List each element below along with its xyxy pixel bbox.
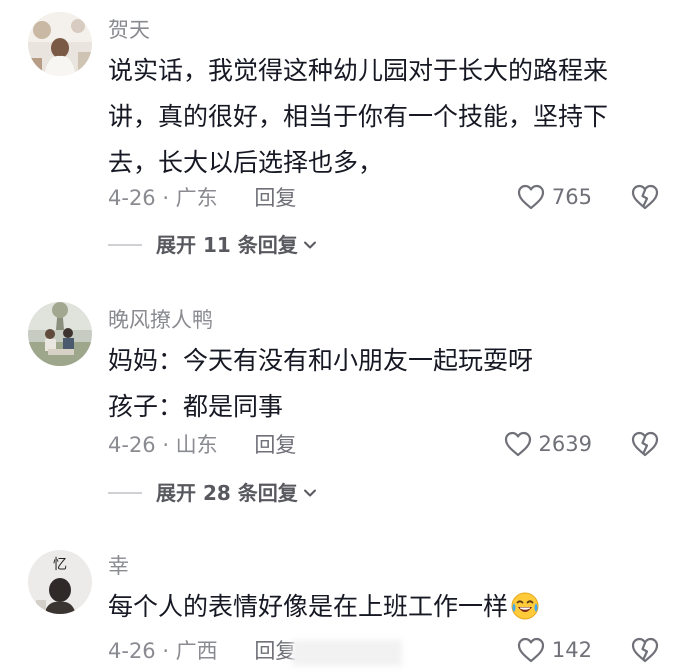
heart-outline-icon	[517, 184, 545, 210]
username[interactable]: 幸	[108, 552, 129, 580]
username[interactable]: 贺天	[108, 16, 150, 44]
comment-text: 妈妈：今天有没有和小朋友一起玩耍呀 孩子：都是同事	[108, 338, 648, 430]
avatar[interactable]	[28, 12, 92, 76]
avatar-text: 忆	[53, 557, 67, 573]
dislike-button[interactable]	[630, 183, 660, 215]
expand-replies-label: 展开 11 条回复	[156, 233, 298, 257]
heart-outline-icon	[504, 431, 531, 457]
comment-text: 说实话，我觉得这种幼儿园对于长大的路程来 讲，真的很好，相当于你有一个技能，坚持…	[108, 48, 648, 186]
comment-meta: 4-26 · 广西 回复	[108, 637, 296, 665]
dislike-button[interactable]	[630, 636, 660, 668]
comment-line: 每个人的表情好像是在上班工作一样	[108, 584, 648, 636]
date-location: 4-26 · 广西	[108, 639, 218, 663]
username[interactable]: 晚风撩人鸭	[108, 306, 213, 334]
dislike-button[interactable]	[630, 430, 660, 462]
broken-heart-icon	[631, 431, 659, 457]
avatar-image	[28, 302, 92, 366]
comment-line: 讲，真的很好，相当于你有一个技能，坚持下	[108, 102, 609, 131]
chevron-down-icon	[303, 241, 316, 249]
expand-replies-button[interactable]: 展开 28 条回复	[108, 479, 318, 507]
like-count: 142	[551, 638, 592, 662]
avatar-image	[28, 12, 92, 76]
comment-line: 去，长大以后选择也多，	[108, 148, 384, 177]
date-location: 4-26 · 广东	[108, 186, 218, 210]
like-button[interactable]: 142	[516, 636, 592, 664]
reply-button[interactable]: 回复	[254, 637, 296, 665]
broken-heart-icon	[631, 184, 659, 210]
expand-replies-label: 展开 28 条回复	[156, 481, 298, 505]
like-count: 2639	[538, 432, 592, 456]
laughing-crying-emoji-icon	[510, 590, 540, 636]
comment-line: 妈妈：今天有没有和小朋友一起玩耍呀	[108, 346, 534, 375]
comment-line-text: 每个人的表情好像是在上班工作一样	[108, 592, 509, 621]
avatar[interactable]: 忆	[28, 550, 92, 614]
divider-dash	[108, 244, 142, 246]
comment-line: 说实话，我觉得这种幼儿园对于长大的路程来	[108, 56, 609, 85]
like-count: 765	[551, 185, 592, 209]
broken-heart-icon	[631, 637, 659, 663]
comment-text: 每个人的表情好像是在上班工作一样	[108, 584, 648, 636]
chevron-down-icon	[303, 489, 316, 497]
like-button[interactable]: 765	[516, 183, 592, 211]
divider-dash	[108, 492, 142, 494]
heart-outline-icon	[517, 637, 545, 663]
date-location: 4-26 · 山东	[108, 433, 218, 457]
comment-meta: 4-26 · 山东 回复	[108, 431, 296, 459]
comment-meta: 4-26 · 广东 回复	[108, 184, 296, 212]
reply-button[interactable]: 回复	[254, 184, 296, 212]
comment-line: 孩子：都是同事	[108, 392, 284, 421]
avatar[interactable]	[28, 302, 92, 366]
expand-replies-button[interactable]: 展开 11 条回复	[108, 231, 318, 259]
watermark-blur	[292, 640, 402, 666]
like-button[interactable]: 2639	[503, 430, 592, 458]
reply-button[interactable]: 回复	[254, 431, 296, 459]
